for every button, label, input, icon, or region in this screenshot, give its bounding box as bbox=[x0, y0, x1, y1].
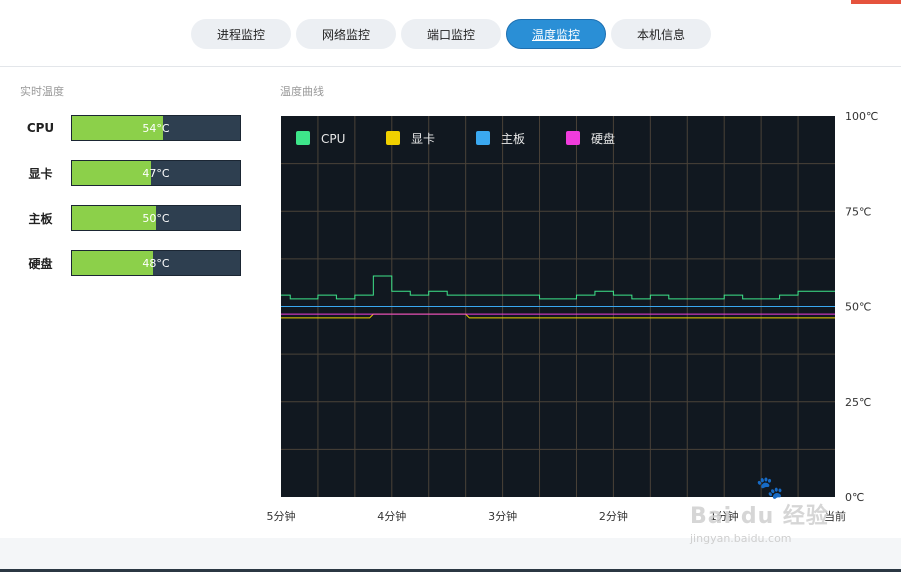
chart-x-tick-label: 4分钟 bbox=[377, 509, 406, 523]
chart-legend-label: 硬盘 bbox=[591, 131, 615, 146]
chart-y-tick-label: 100℃ bbox=[845, 110, 878, 123]
chart-legend-label: 主板 bbox=[501, 132, 525, 146]
chart-legend-swatch bbox=[476, 131, 490, 145]
chart-x-tick-label: 2分钟 bbox=[599, 509, 628, 523]
chart-y-tick-label: 25℃ bbox=[845, 396, 871, 409]
baidu-watermark: 🐾 Bai du 经验 jingyan.baidu.com bbox=[690, 476, 860, 556]
chart-legend-swatch bbox=[386, 131, 400, 145]
chart-legend-label: CPU bbox=[321, 132, 345, 146]
chart-x-tick-label: 3分钟 bbox=[488, 509, 517, 523]
chart-y-tick-label: 75℃ bbox=[845, 205, 871, 218]
watermark-url: jingyan.baidu.com bbox=[690, 532, 792, 545]
chart-legend-swatch bbox=[296, 131, 310, 145]
chart-legend-swatch bbox=[566, 131, 580, 145]
chart-x-tick-label: 5分钟 bbox=[267, 509, 296, 523]
chart-y-tick-label: 50℃ bbox=[845, 301, 871, 314]
watermark-text: Bai du 经验 bbox=[690, 504, 829, 529]
chart-legend-label: 显卡 bbox=[411, 132, 435, 146]
